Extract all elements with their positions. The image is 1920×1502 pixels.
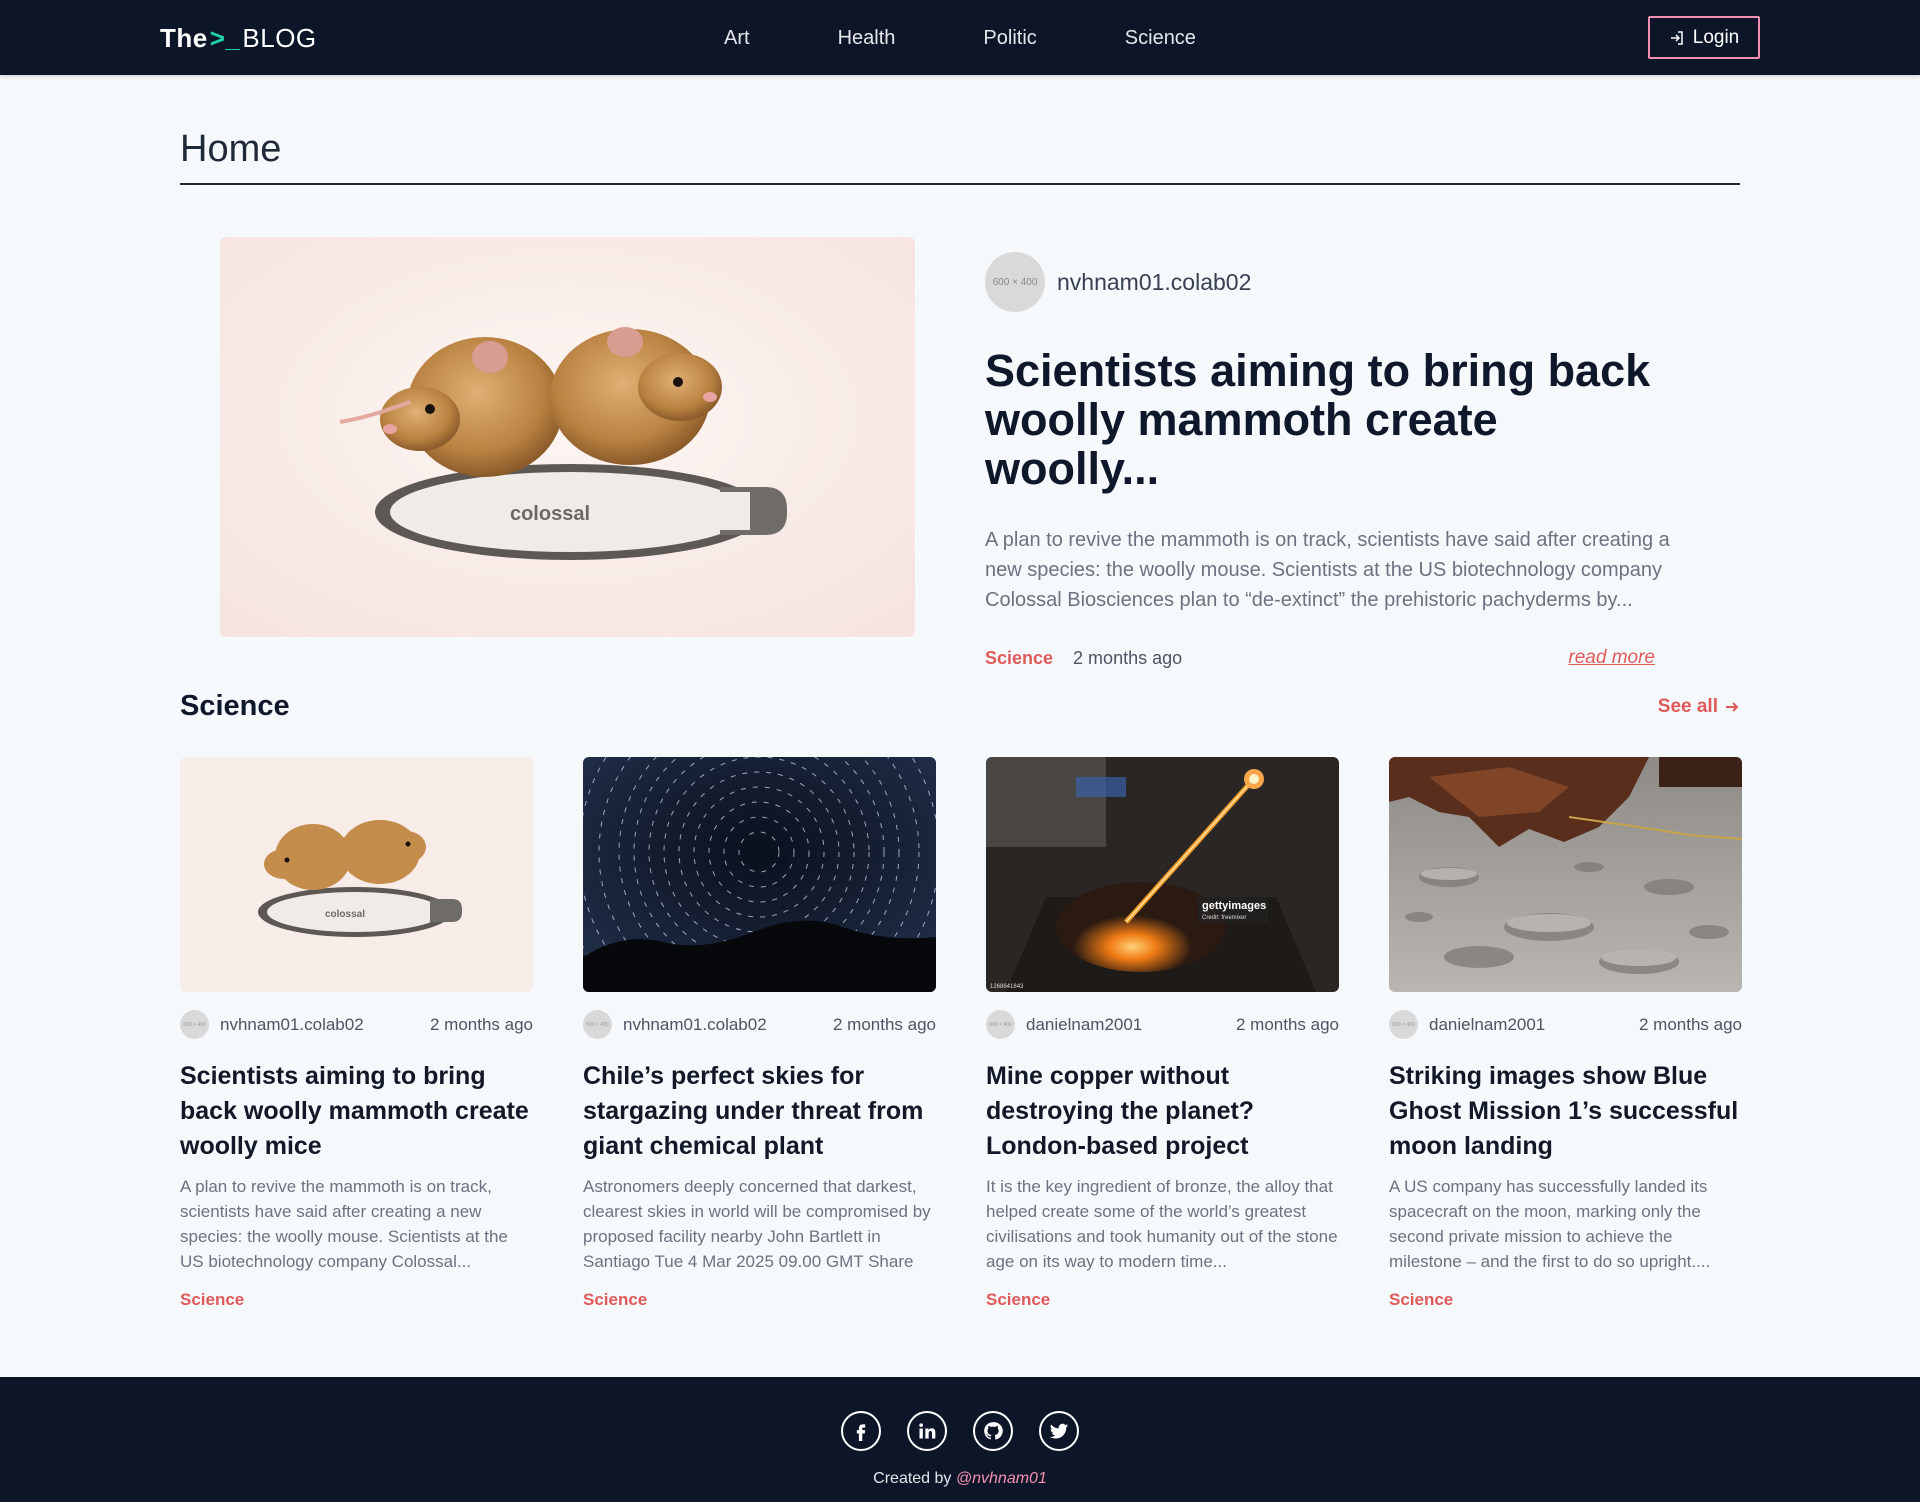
nav-link-politic[interactable]: Politic xyxy=(983,27,1036,50)
card-time: 2 months ago xyxy=(832,1014,936,1034)
nav-link-health[interactable]: Health xyxy=(838,27,896,50)
article-card[interactable]: 600 × 400 nvhnam01.colab02 2 months ago … xyxy=(583,757,936,1310)
credit-handle-link[interactable]: @nvhnam01 xyxy=(956,1470,1047,1487)
article-cards: colossal 600 × 400 nvhnam01.colab02 2 mo… xyxy=(180,757,1742,1310)
moon-landing-thumbnail-image xyxy=(1389,757,1742,992)
card-title[interactable]: Chile’s perfect skies for stargazing und… xyxy=(583,1059,936,1164)
section-title: Science xyxy=(180,690,290,722)
linkedin-icon xyxy=(919,1423,936,1439)
nav-link-art[interactable]: Art xyxy=(724,27,750,50)
card-thumbnail[interactable] xyxy=(1389,757,1742,992)
linkedin-link[interactable] xyxy=(907,1411,947,1451)
social-links xyxy=(0,1411,1920,1451)
card-description: Astronomers deeply concerned that darkes… xyxy=(583,1177,931,1271)
login-label: Login xyxy=(1692,26,1740,48)
article-card[interactable]: gettyimages Credit: freemixer 1268641843… xyxy=(986,757,1339,1310)
card-plate-text: colossal xyxy=(325,909,365,920)
card-thumbnail[interactable] xyxy=(583,757,936,992)
hero-article: 600 × 400 nvhnam01.colab02 Scientists ai… xyxy=(985,252,1685,669)
card-author[interactable]: nvhnam01.colab02 xyxy=(623,1015,767,1035)
card-meta: 600 × 400 nvhnam01.colab02 2 months ago xyxy=(180,1010,533,1039)
avatar[interactable]: 600 × 400 xyxy=(583,1010,612,1039)
card-time: 2 months ago xyxy=(1638,1014,1742,1034)
github-link[interactable] xyxy=(973,1411,1013,1451)
card-meta: 600 × 400 danielnam2001 2 months ago xyxy=(1389,1010,1742,1039)
article-card[interactable]: colossal 600 × 400 nvhnam01.colab02 2 mo… xyxy=(180,757,533,1310)
hero-title[interactable]: Scientists aiming to bring back woolly m… xyxy=(985,346,1675,493)
facebook-icon xyxy=(856,1424,866,1441)
card-description: A US company has successfully landed its… xyxy=(1389,1177,1711,1271)
card-category[interactable]: Science xyxy=(583,1290,936,1310)
card-title[interactable]: Mine copper without destroying the plane… xyxy=(986,1059,1339,1164)
hero-time: 2 months ago xyxy=(1073,647,1183,668)
hero-category[interactable]: Science xyxy=(985,648,1053,669)
card-thumbnail[interactable]: colossal xyxy=(180,757,533,992)
see-all-link[interactable]: See all xyxy=(1658,696,1740,718)
avatar[interactable]: 600 × 400 xyxy=(1389,1010,1418,1039)
avatar[interactable]: 600 × 400 xyxy=(986,1010,1015,1039)
card-description: It is the key ingredient of bronze, the … xyxy=(986,1177,1338,1271)
card-thumbnail[interactable]: gettyimages Credit: freemixer 1268641843 xyxy=(986,757,1339,992)
section-header: Science See all xyxy=(180,690,1740,723)
site-footer: Created by @nvhnam01 xyxy=(0,1377,1920,1502)
github-icon xyxy=(984,1422,1003,1440)
card-category[interactable]: Science xyxy=(1389,1290,1742,1310)
article-card[interactable]: 600 × 400 danielnam2001 2 months ago Str… xyxy=(1389,757,1742,1310)
card-author[interactable]: nvhnam01.colab02 xyxy=(220,1015,364,1035)
top-navbar: The>_BLOG Art Health Politic Science Log… xyxy=(0,0,1920,75)
card-author[interactable]: danielnam2001 xyxy=(1429,1015,1545,1035)
avatar[interactable]: 600 × 400 xyxy=(180,1010,209,1039)
hero-meta: Science 2 months ago read more xyxy=(985,647,1685,669)
card-author[interactable]: danielnam2001 xyxy=(1026,1015,1142,1035)
twitter-link[interactable] xyxy=(1039,1411,1079,1451)
card-description: A plan to revive the mammoth is on track… xyxy=(180,1177,508,1271)
hero-description: A plan to revive the mammoth is on track… xyxy=(985,529,1670,611)
hero-plate-text: colossal xyxy=(510,503,590,525)
facebook-link[interactable] xyxy=(841,1411,881,1451)
card-title[interactable]: Scientists aiming to bring back woolly m… xyxy=(180,1059,533,1164)
getty-credit: Credit: freemixer xyxy=(1202,915,1246,921)
see-all-label: See all xyxy=(1657,695,1718,717)
footer-credit: Created by @nvhnam01 xyxy=(0,1470,1920,1488)
avatar[interactable]: 600 × 400 xyxy=(985,252,1045,312)
hero-author-row: 600 × 400 nvhnam01.colab02 xyxy=(985,252,1685,312)
twitter-icon xyxy=(1049,1423,1069,1439)
read-more-link[interactable]: read more xyxy=(1568,647,1655,669)
login-icon xyxy=(1670,30,1683,45)
credit-prefix: Created by xyxy=(873,1470,952,1487)
hero-author-name[interactable]: nvhnam01.colab02 xyxy=(1057,269,1251,296)
main-menu: Art Health Politic Science xyxy=(0,27,1920,50)
getty-id: 1268641843 xyxy=(990,984,1024,990)
mice-thumbnail-image: colossal xyxy=(180,757,533,992)
card-time: 2 months ago xyxy=(429,1014,533,1034)
hero-mice-illustration: colossal xyxy=(220,237,915,637)
getty-watermark: gettyimages xyxy=(1202,900,1266,912)
hero-image[interactable]: colossal xyxy=(220,237,915,637)
star-trails-thumbnail-image xyxy=(583,757,936,992)
card-category[interactable]: Science xyxy=(180,1290,533,1310)
nav-link-science[interactable]: Science xyxy=(1125,27,1196,50)
card-time: 2 months ago xyxy=(1235,1014,1339,1034)
arrow-right-icon xyxy=(1726,701,1739,712)
card-title[interactable]: Striking images show Blue Ghost Mission … xyxy=(1389,1059,1742,1164)
copper-smelting-thumbnail-image: gettyimages Credit: freemixer 1268641843 xyxy=(986,757,1339,992)
card-meta: 600 × 400 danielnam2001 2 months ago xyxy=(986,1010,1339,1039)
card-category[interactable]: Science xyxy=(986,1290,1339,1310)
card-meta: 600 × 400 nvhnam01.colab02 2 months ago xyxy=(583,1010,936,1039)
login-button[interactable]: Login xyxy=(1648,16,1760,59)
page-title: Home xyxy=(180,128,1740,185)
